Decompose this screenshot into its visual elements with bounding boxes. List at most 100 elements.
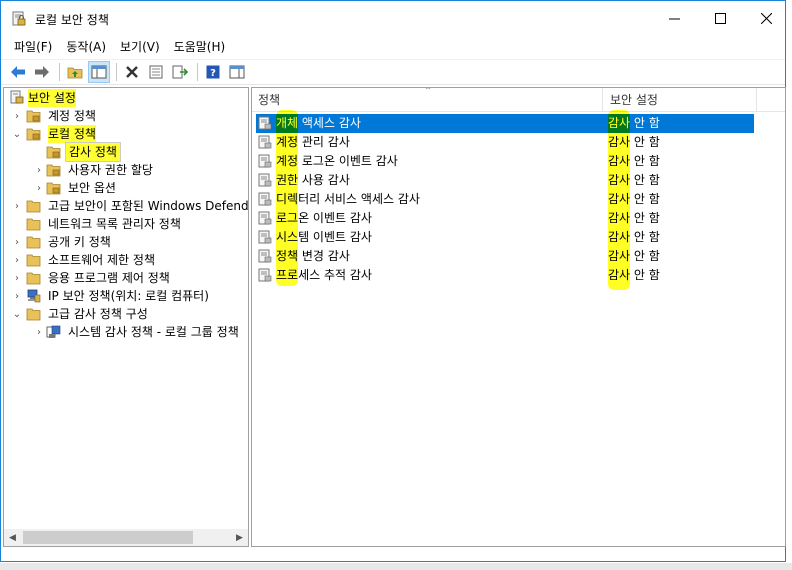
- tree-root-label: 보안 설정: [28, 89, 76, 107]
- toolbar-separator: [116, 63, 117, 81]
- column-header-policy[interactable]: 정책: [252, 88, 280, 112]
- properties-button[interactable]: [145, 61, 167, 83]
- chevron-down-icon[interactable]: ⌄: [12, 305, 22, 323]
- highlight-marker-names: [276, 110, 298, 286]
- list-row[interactable]: 시스템 이벤트 감사 감사 안 함: [256, 228, 756, 247]
- svg-text:?: ?: [210, 68, 216, 79]
- policy-folder-icon: [46, 164, 61, 177]
- column-header-security-setting[interactable]: 보안 설정: [604, 88, 658, 112]
- tree-item-label: 사용자 권한 할당: [68, 163, 153, 177]
- show-hide-tree-button[interactable]: [88, 61, 110, 83]
- forward-button[interactable]: [31, 61, 53, 83]
- list-row[interactable]: 개체 액세스 감사 감사 안 함: [256, 114, 754, 133]
- folder-icon: [26, 308, 41, 321]
- tree-item-label: 감사 정책: [65, 142, 121, 162]
- chevron-down-icon[interactable]: ⌄: [12, 125, 22, 143]
- security-settings-icon: [10, 90, 24, 104]
- chevron-right-icon[interactable]: ›: [34, 323, 44, 341]
- close-button[interactable]: [743, 1, 789, 35]
- tree-item-label: 소프트웨어 제한 정책: [48, 253, 155, 267]
- tree-item-label: 네트워크 목록 관리자 정책: [48, 217, 181, 231]
- tree-item-user-rights[interactable]: › 사용자 권한 할당: [4, 161, 248, 179]
- delete-button[interactable]: [121, 61, 143, 83]
- list-header: 정책 ⌃ 보안 설정: [252, 88, 785, 112]
- up-folder-button[interactable]: [64, 61, 86, 83]
- help-button[interactable]: ?: [202, 61, 224, 83]
- tree-item-local-policy[interactable]: ⌄ 로컬 정책: [4, 125, 248, 143]
- scroll-left-icon[interactable]: ◀: [4, 529, 21, 546]
- maximize-icon: [714, 12, 726, 24]
- tree-item-audit-policy[interactable]: 감사 정책: [4, 142, 248, 162]
- menu-bar: 파일(F) 동작(A) 보기(V) 도움말(H): [1, 35, 785, 57]
- export-button[interactable]: [169, 61, 191, 83]
- policy-folder-icon: [46, 146, 61, 159]
- maximize-button[interactable]: [697, 1, 743, 35]
- tree-item-network-list[interactable]: 네트워크 목록 관리자 정책: [4, 215, 248, 233]
- list-row[interactable]: 정책 변경 감사 감사 안 함: [256, 247, 756, 266]
- tree-item-security-options[interactable]: › 보안 옵션: [4, 179, 248, 197]
- list-row[interactable]: 디렉터리 서비스 액세스 감사 감사 안 함: [256, 190, 756, 209]
- minimize-icon: [668, 18, 680, 19]
- tree-item-public-key[interactable]: › 공개 키 정책: [4, 233, 248, 251]
- list-pane[interactable]: 정책 ⌃ 보안 설정 개체 액세스 감사 감사 안 함 계정 관리 감사 감사 …: [251, 87, 786, 547]
- audit-item-icon: [258, 173, 272, 187]
- audit-item-icon: [258, 135, 272, 149]
- list-row[interactable]: 계정 로그온 이벤트 감사 감사 안 함: [256, 152, 756, 171]
- folder-icon: [26, 200, 41, 213]
- chevron-right-icon[interactable]: ›: [12, 233, 22, 251]
- menu-file[interactable]: 파일(F): [7, 38, 59, 55]
- chevron-right-icon[interactable]: ›: [34, 179, 44, 197]
- tree-pane[interactable]: 보안 설정 › 계정 정책 ⌄ 로컬 정책 감사 정책 › 사용자 권한 할당 …: [3, 87, 249, 547]
- list-row[interactable]: 계정 관리 감사 감사 안 함: [256, 133, 756, 152]
- tree-item-label: 공개 키 정책: [48, 235, 111, 249]
- chevron-right-icon[interactable]: ›: [34, 161, 44, 179]
- export-icon: [172, 65, 188, 79]
- chevron-right-icon[interactable]: ›: [12, 251, 22, 269]
- audit-item-icon: [258, 268, 272, 282]
- window-title: 로컬 보안 정책: [35, 13, 109, 27]
- tree-item-system-audit[interactable]: › 시스템 감사 정책 - 로컬 그룹 정책: [4, 323, 248, 341]
- up-folder-icon: [67, 67, 83, 79]
- audit-item-icon: [258, 154, 272, 168]
- help-icon: ?: [206, 65, 220, 79]
- toolbar: ?: [1, 59, 785, 85]
- highlight-marker-settings: [608, 110, 630, 290]
- audit-policy-icon: [46, 325, 61, 338]
- tree-horizontal-scrollbar[interactable]: ◀ ▶: [4, 529, 248, 546]
- minimize-button[interactable]: [651, 1, 697, 35]
- tree-item-windows-defender-firewall[interactable]: › 고급 보안이 포함된 Windows Defender: [4, 197, 248, 215]
- list-row[interactable]: 권한 사용 감사 감사 안 함: [256, 171, 756, 190]
- tree-item-label: 고급 감사 정책 구성: [48, 307, 148, 321]
- tree-item-advanced-audit[interactable]: ⌄ 고급 감사 정책 구성: [4, 305, 248, 323]
- list-row[interactable]: 프로세스 추적 감사 감사 안 함: [256, 266, 756, 285]
- delete-icon: [126, 66, 138, 78]
- chevron-right-icon[interactable]: ›: [12, 269, 22, 287]
- menu-help[interactable]: 도움말(H): [167, 38, 233, 55]
- toolbar-separator: [197, 63, 198, 81]
- tree-item-label: 로컬 정책: [48, 125, 96, 143]
- column-divider[interactable]: [756, 88, 757, 112]
- tree-item-app-control[interactable]: › 응용 프로그램 제어 정책: [4, 269, 248, 287]
- tree-root[interactable]: 보안 설정: [4, 89, 248, 107]
- policy-folder-icon: [26, 128, 41, 141]
- scroll-right-icon[interactable]: ▶: [231, 529, 248, 546]
- menu-view[interactable]: 보기(V): [113, 38, 167, 55]
- tree-item-software-restriction[interactable]: › 소프트웨어 제한 정책: [4, 251, 248, 269]
- tree-item-label: 계정 정책: [48, 109, 96, 123]
- forward-arrow-icon: [35, 66, 49, 78]
- list-row[interactable]: 로그온 이벤트 감사 감사 안 함: [256, 209, 756, 228]
- tree-item-account-policy[interactable]: › 계정 정책: [4, 107, 248, 125]
- show-hide-tree-icon: [91, 65, 107, 79]
- chevron-right-icon[interactable]: ›: [12, 107, 22, 125]
- scrollbar-thumb[interactable]: [23, 531, 193, 544]
- column-divider[interactable]: [602, 88, 603, 112]
- menu-action[interactable]: 동작(A): [59, 38, 113, 55]
- chevron-right-icon[interactable]: ›: [12, 287, 22, 305]
- chevron-right-icon[interactable]: ›: [12, 197, 22, 215]
- tree-item-ip-security[interactable]: › IP 보안 정책(위치: 로컬 컴퓨터): [4, 287, 248, 305]
- background-window-strip: [0, 563, 792, 570]
- title-bar[interactable]: 로컬 보안 정책: [1, 1, 785, 35]
- action-pane-button[interactable]: [226, 61, 248, 83]
- back-button[interactable]: [7, 61, 29, 83]
- folder-icon: [26, 272, 41, 285]
